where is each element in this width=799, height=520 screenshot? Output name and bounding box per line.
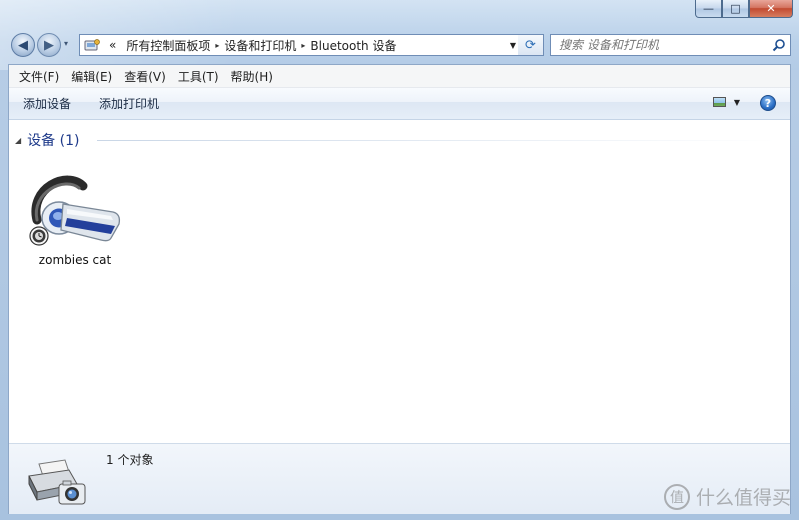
change-view-button[interactable]: ▼ (712, 97, 740, 107)
recent-pages-dropdown[interactable]: ▾ (64, 39, 68, 48)
chevron-down-icon: ▾ (64, 39, 69, 48)
back-arrow-icon: ◀ (18, 37, 28, 53)
object-count: 1 个对象 (106, 453, 154, 467)
bluetooth-headset-icon (27, 175, 123, 251)
group-title: 设备 (1) (27, 133, 80, 149)
caption-buttons: — □ ✕ (695, 0, 793, 19)
menu-file[interactable]: 文件(F) (13, 68, 65, 85)
refresh-icon: ⟳ (525, 37, 536, 53)
forward-arrow-icon: ▶ (44, 37, 54, 53)
search-input[interactable] (559, 38, 759, 52)
address-prefix[interactable]: « (104, 38, 121, 52)
device-list-view: ◢ 设备 (1) zombies cat (9, 120, 790, 442)
refresh-button[interactable]: ⟳ (518, 34, 544, 56)
explorer-client-area: 文件(F) 编辑(E) 查看(V) 工具(T) 帮助(H) 添加设备 添加打印机… (8, 64, 791, 514)
menu-view[interactable]: 查看(V) (118, 68, 172, 85)
maximize-icon: □ (730, 2, 741, 15)
close-icon: ✕ (766, 2, 776, 15)
search-icon[interactable] (772, 38, 786, 52)
back-button[interactable]: ◀ (11, 33, 35, 57)
view-icon (712, 97, 726, 107)
help-button[interactable]: ? (760, 95, 776, 111)
group-header[interactable]: ◢ 设备 (1) (15, 130, 79, 150)
group-divider (97, 140, 777, 141)
menu-bar: 文件(F) 编辑(E) 查看(V) 工具(T) 帮助(H) (9, 65, 790, 88)
navigation-row: ◀ ▶ ▾ « 所有控制面板项 ▸ 设备和打印机 ▸ Bluetooth 设备 … (8, 31, 791, 59)
minimize-icon: — (703, 2, 714, 15)
add-device-button[interactable]: 添加设备 (9, 95, 85, 112)
device-item[interactable]: zombies cat (27, 168, 123, 267)
breadcrumb-devices-printers[interactable]: 设备和打印机 (219, 37, 301, 54)
control-panel-icon (84, 38, 100, 52)
search-box[interactable] (550, 34, 791, 56)
menu-edit[interactable]: 编辑(E) (65, 68, 118, 85)
printer-camera-icon (25, 450, 89, 513)
maximize-button[interactable]: □ (722, 0, 749, 18)
window-frame: — □ ✕ ◀ ▶ ▾ « 所有控制面板项 ▸ 设备和打印机 ▸ Bluetoo… (0, 0, 799, 520)
collapse-triangle-icon[interactable]: ◢ (15, 136, 21, 145)
menu-tools[interactable]: 工具(T) (172, 68, 225, 85)
help-icon: ? (764, 96, 772, 110)
command-bar: 添加设备 添加打印机 ▼ ? (9, 88, 790, 120)
watermark-logo-icon: 值 (663, 483, 690, 510)
address-bar[interactable]: « 所有控制面板项 ▸ 设备和打印机 ▸ Bluetooth 设备 ▼ (79, 34, 522, 56)
add-printer-button[interactable]: 添加打印机 (85, 95, 173, 112)
device-name: zombies cat (38, 253, 112, 267)
chevron-down-icon: ▼ (733, 97, 740, 107)
breadcrumb-bluetooth-devices[interactable]: Bluetooth 设备 (305, 37, 401, 54)
minimize-button[interactable]: — (695, 0, 722, 18)
watermark-text: 什么值得买 (695, 487, 791, 509)
watermark: 值 什么值得买 (663, 483, 791, 510)
forward-button[interactable]: ▶ (37, 33, 61, 57)
menu-help[interactable]: 帮助(H) (225, 68, 279, 85)
breadcrumb-control-panel[interactable]: 所有控制面板项 (121, 37, 215, 54)
close-button[interactable]: ✕ (749, 0, 793, 18)
